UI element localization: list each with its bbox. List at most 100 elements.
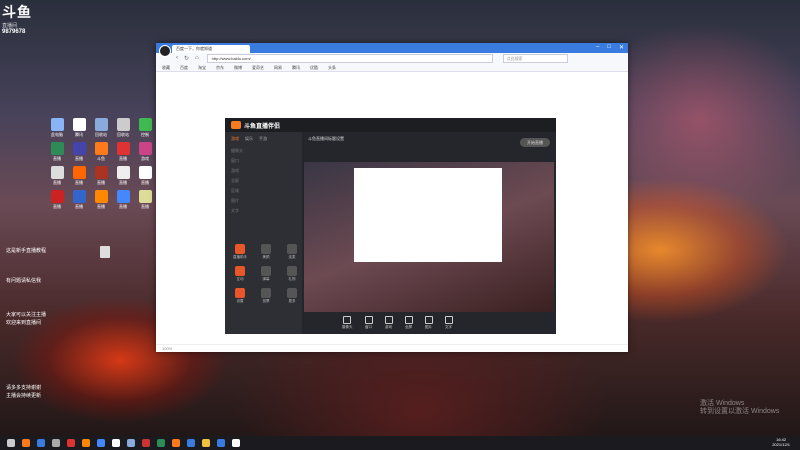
taskbar-app-icon[interactable] (142, 439, 150, 447)
avatar[interactable] (159, 45, 171, 57)
app-icon (94, 118, 108, 131)
source-item[interactable]: 文字 (225, 206, 302, 216)
taskbar-app-icon[interactable] (127, 439, 135, 447)
desktop-icon[interactable]: 直播 (46, 166, 68, 186)
desktop-icon[interactable]: 直播 (112, 166, 134, 186)
tool-button[interactable]: 设置 (229, 288, 251, 304)
bookmark-item[interactable]: 腾讯 (292, 65, 300, 71)
taskbar-app-icon[interactable] (52, 439, 60, 447)
tool-button[interactable]: 投票 (255, 288, 277, 304)
taskbar-app-icon[interactable] (232, 439, 240, 447)
bookmark-item[interactable]: 京东 (216, 65, 224, 71)
tool-label: 投票 (262, 299, 270, 303)
bookmark-item[interactable]: 优酷 (310, 65, 318, 71)
source-item[interactable]: 摄像头 (225, 146, 302, 156)
app-tab[interactable]: 游戏 (231, 136, 239, 142)
desktop-icon[interactable]: 斗鱼 (90, 142, 112, 162)
bookmark-bar: 收藏 百度 淘宝 京东 微博 爱奇艺 网易 腾讯 优酷 头条 (156, 64, 628, 72)
file-icon[interactable] (100, 246, 110, 258)
app-icon (72, 118, 86, 131)
tool-button[interactable]: 连麦 (281, 244, 303, 260)
stream-title[interactable]: 斗鱼直播间标题设置 (302, 132, 556, 142)
desktop-note: 大家可以关注主播 (6, 312, 47, 318)
taskbar-app-icon[interactable] (67, 439, 75, 447)
add-source-button[interactable]: 全屏 (404, 316, 413, 330)
taskbar-app-icon[interactable] (172, 439, 180, 447)
source-label: 文字 (445, 325, 452, 329)
desktop-icon[interactable]: 回收站 (112, 118, 134, 138)
desktop-icon[interactable]: 直播 (134, 190, 156, 210)
source-item[interactable]: 游戏 (225, 166, 302, 176)
add-source-button[interactable]: 摄像头 (342, 316, 353, 330)
tool-button[interactable]: 弹幕 (255, 266, 277, 282)
desktop-icon[interactable]: 直播 (68, 190, 90, 210)
bookmark-item[interactable]: 收藏 (162, 65, 170, 71)
taskbar-app-icon[interactable] (112, 439, 120, 447)
tool-label: 设置 (236, 299, 244, 303)
desktop-icon[interactable]: 直播 (68, 166, 90, 186)
taskbar-app-icon[interactable] (187, 439, 195, 447)
bookmark-item[interactable]: 头条 (328, 65, 336, 71)
desktop-icon[interactable]: 直播 (112, 190, 134, 210)
back-icon[interactable]: ‹ (176, 55, 178, 62)
logo-sub: 直播间 (2, 23, 18, 29)
url-input[interactable]: http://www.baidu.com/ (206, 54, 493, 63)
desktop-icon[interactable]: 直播 (46, 190, 68, 210)
source-item[interactable]: 全屏 (225, 176, 302, 186)
bookmark-item[interactable]: 微博 (234, 65, 242, 71)
desktop-icon[interactable]: 游戏 (134, 142, 156, 162)
taskbar-app-icon[interactable] (157, 439, 165, 447)
maximize-icon[interactable]: □ (607, 44, 611, 51)
add-source-button[interactable]: 文字 (444, 316, 453, 330)
desktop-icon[interactable]: 直播 (90, 166, 112, 186)
search-input[interactable]: 点此搜索 (502, 54, 568, 63)
bookmark-item[interactable]: 百度 (180, 65, 188, 71)
address-bar: ‹ ↻ ⌂ http://www.baidu.com/ 点此搜索 (156, 53, 628, 64)
close-icon[interactable]: ✕ (619, 44, 624, 51)
tool-icon (261, 244, 271, 254)
desktop-icon[interactable]: 直播 (90, 190, 112, 210)
taskbar-app-icon[interactable] (82, 439, 90, 447)
browser-tab[interactable]: 百度一下，你就知道 (172, 45, 250, 53)
taskbar-app-icon[interactable] (37, 439, 45, 447)
clock[interactable]: 16:42 2021/12/1 (772, 437, 790, 447)
reload-icon[interactable]: ↻ (184, 55, 189, 62)
desktop-icon[interactable]: 控制 (134, 118, 156, 138)
tool-button[interactable]: 礼物 (281, 266, 303, 282)
desktop-icon[interactable]: 直播 (134, 166, 156, 186)
app-tab[interactable]: 手游 (259, 136, 267, 142)
desktop-icon[interactable]: 回收站 (90, 118, 112, 138)
desktop-icon-label: 回收站 (95, 132, 107, 137)
add-source-button[interactable]: 图片 (424, 316, 433, 330)
source-icon (343, 316, 352, 324)
taskbar-app-icon[interactable] (7, 439, 15, 447)
go-live-button[interactable]: 开始直播 (520, 138, 550, 147)
source-item[interactable]: 图片 (225, 196, 302, 206)
add-source-button[interactable]: 窗口 (364, 316, 373, 330)
desktop-icon[interactable]: 此电脑 (46, 118, 68, 138)
tool-button[interactable]: 互动 (229, 266, 251, 282)
taskbar-app-icon[interactable] (97, 439, 105, 447)
app-icon (116, 142, 130, 155)
home-icon[interactable]: ⌂ (195, 55, 199, 62)
source-item[interactable]: 窗口 (225, 156, 302, 166)
app-tab[interactable]: 娱乐 (245, 136, 253, 142)
bookmark-item[interactable]: 淘宝 (198, 65, 206, 71)
desktop-icon[interactable]: 直播 (112, 142, 134, 162)
taskbar-app-icon[interactable] (22, 439, 30, 447)
desktop-icon[interactable]: 直播 (46, 142, 68, 162)
bookmark-item[interactable]: 爱奇艺 (252, 65, 264, 71)
bookmark-item[interactable]: 网易 (274, 65, 282, 71)
tool-button[interactable]: 直播助手 (229, 244, 251, 260)
desktop-icon-label: 直播 (53, 180, 61, 185)
add-source-button[interactable]: 游戏 (384, 316, 393, 330)
source-item[interactable]: 区域 (225, 186, 302, 196)
desktop-icon-label: 游戏 (141, 156, 149, 161)
desktop-icon[interactable]: 腾讯 (68, 118, 90, 138)
minimize-icon[interactable]: – (596, 44, 599, 51)
tool-button[interactable]: 美颜 (255, 244, 277, 260)
taskbar-app-icon[interactable] (202, 439, 210, 447)
tool-button[interactable]: 更多 (281, 288, 303, 304)
desktop-icon[interactable]: 直播 (68, 142, 90, 162)
taskbar-app-icon[interactable] (217, 439, 225, 447)
